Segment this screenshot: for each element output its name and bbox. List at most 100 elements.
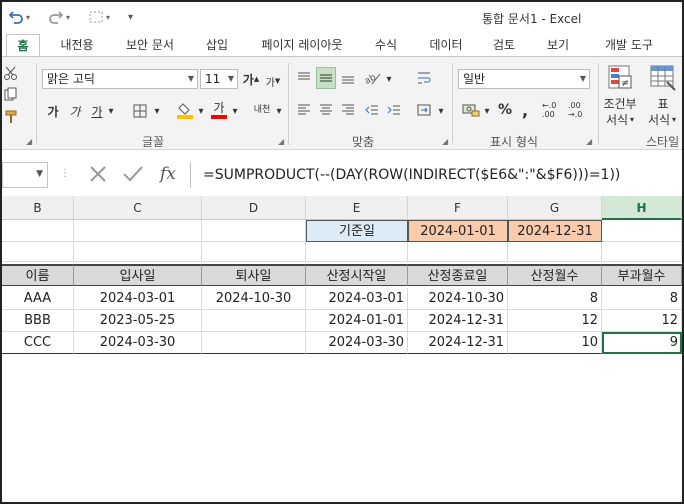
worksheet-grid[interactable]: B C D E F G H 기준일 2024-01-01 2024-12-31 … bbox=[2, 196, 682, 502]
table-header-calc-end[interactable]: 산정종료일 bbox=[408, 264, 508, 286]
column-header-d[interactable]: D bbox=[202, 196, 306, 220]
column-header-f[interactable]: F bbox=[408, 196, 508, 220]
font-name-combo[interactable]: 맑은 고딕 ▼ bbox=[42, 69, 198, 89]
cell[interactable] bbox=[2, 220, 74, 242]
tab-my-use[interactable]: 내전용 bbox=[52, 34, 102, 56]
table-header-calc-start[interactable]: 산정시작일 bbox=[306, 264, 408, 286]
table-cell[interactable]: BBB bbox=[2, 310, 74, 332]
table-cell[interactable]: 2024-10-30 bbox=[408, 288, 508, 310]
conditional-format-line1[interactable]: 조건부 bbox=[598, 95, 642, 111]
align-middle-button[interactable] bbox=[316, 67, 336, 89]
align-right-button[interactable] bbox=[338, 99, 358, 121]
table-cell[interactable]: 2024-10-30 bbox=[202, 288, 306, 310]
merge-dropdown[interactable]: ▾ bbox=[436, 101, 446, 121]
accounting-dropdown[interactable]: ▾ bbox=[482, 101, 492, 121]
enter-button[interactable] bbox=[122, 164, 144, 189]
table-header-name[interactable]: 이름 bbox=[2, 264, 74, 286]
align-launcher-icon[interactable]: ◢ bbox=[442, 137, 448, 146]
borders-dropdown[interactable]: ▾ bbox=[152, 101, 162, 121]
table-cell[interactable]: 8 bbox=[508, 288, 602, 310]
increase-decimal-button[interactable]: ←.0 .00 bbox=[542, 99, 564, 121]
wrap-text-button[interactable] bbox=[414, 67, 434, 89]
cell[interactable] bbox=[74, 220, 202, 242]
conditional-format-line2[interactable]: 서식 ▾ bbox=[598, 111, 642, 127]
fill-color-dropdown[interactable]: ▾ bbox=[196, 101, 206, 121]
tab-review[interactable]: 검토 bbox=[482, 34, 526, 56]
underline-button[interactable]: 가 bbox=[88, 101, 106, 121]
table-cell[interactable]: 2024-03-30 bbox=[306, 332, 408, 354]
formula-bar-grip[interactable]: ⋮ bbox=[60, 168, 70, 179]
underline-dropdown[interactable]: ▾ bbox=[106, 101, 116, 121]
table-cell[interactable]: 8 bbox=[602, 288, 682, 310]
tab-view[interactable]: 보기 bbox=[536, 34, 580, 56]
phonetic-button[interactable]: 내천 bbox=[250, 99, 274, 121]
align-top-button[interactable] bbox=[294, 67, 314, 89]
cell[interactable] bbox=[306, 242, 408, 262]
table-cell[interactable]: 2024-03-01 bbox=[306, 288, 408, 310]
percent-button[interactable]: % bbox=[496, 99, 514, 121]
font-color-dropdown[interactable]: ▾ bbox=[230, 101, 240, 121]
active-cell[interactable]: 9 bbox=[602, 332, 682, 354]
bold-button[interactable]: 가 bbox=[44, 101, 62, 121]
table-cell[interactable]: 2023-05-25 bbox=[74, 310, 202, 332]
align-center-button[interactable] bbox=[316, 99, 336, 121]
table-cell[interactable]: 2024-03-01 bbox=[74, 288, 202, 310]
format-as-table-line2[interactable]: 서식 ▾ bbox=[642, 111, 682, 127]
conditional-format-button[interactable]: ≠ bbox=[606, 63, 634, 93]
table-cell[interactable]: 12 bbox=[508, 310, 602, 332]
number-launcher-icon[interactable]: ◢ bbox=[586, 137, 592, 146]
decrease-indent-button[interactable] bbox=[362, 99, 382, 121]
table-cell[interactable] bbox=[202, 332, 306, 354]
insert-function-button[interactable]: fx bbox=[160, 164, 176, 184]
table-cell[interactable]: AAA bbox=[2, 288, 74, 310]
table-cell[interactable]: 2024-03-30 bbox=[74, 332, 202, 354]
tab-page-layout[interactable]: 페이지 레이아웃 bbox=[250, 34, 354, 56]
decrease-decimal-button[interactable]: .00 →.0 bbox=[568, 99, 590, 121]
column-header-e[interactable]: E bbox=[306, 196, 408, 220]
table-header-calc-months[interactable]: 산정월수 bbox=[508, 264, 602, 286]
orientation-button[interactable]: ab bbox=[362, 67, 384, 89]
font-launcher-icon[interactable]: ◢ bbox=[278, 137, 284, 146]
tab-insert[interactable]: 삽입 bbox=[198, 34, 236, 56]
cancel-button[interactable] bbox=[88, 164, 108, 189]
grow-font-button[interactable]: 가 ▲ bbox=[242, 69, 260, 89]
phonetic-dropdown[interactable]: ▾ bbox=[274, 101, 284, 121]
accounting-format-button[interactable] bbox=[460, 99, 482, 121]
cell[interactable] bbox=[508, 242, 602, 262]
customize-button[interactable]: ▾ bbox=[88, 10, 110, 24]
redo-button[interactable]: ▾ bbox=[48, 9, 70, 25]
redo-dropdown-icon[interactable]: ▾ bbox=[66, 13, 70, 22]
borders-button[interactable] bbox=[130, 101, 150, 121]
column-header-c[interactable]: C bbox=[74, 196, 202, 220]
font-size-combo[interactable]: 11 ▼ bbox=[200, 69, 238, 89]
align-bottom-button[interactable] bbox=[338, 67, 358, 89]
tab-formulas[interactable]: 수식 bbox=[366, 34, 406, 56]
undo-button[interactable]: ▾ bbox=[8, 9, 30, 25]
tab-security-docs[interactable]: 보안 문서 bbox=[116, 34, 184, 56]
cell[interactable] bbox=[202, 220, 306, 242]
table-header-hire-date[interactable]: 입사일 bbox=[74, 264, 202, 286]
shrink-font-button[interactable]: 가 ▼ bbox=[264, 71, 282, 91]
table-cell[interactable]: 2024-12-31 bbox=[408, 310, 508, 332]
reference-start-cell[interactable]: 2024-01-01 bbox=[408, 220, 508, 242]
reference-label-cell[interactable]: 기준일 bbox=[306, 220, 408, 242]
tab-home[interactable]: 홈 bbox=[6, 34, 40, 56]
formula-input[interactable]: =SUMPRODUCT(--(DAY(ROW(INDIRECT($E6&":"&… bbox=[190, 162, 682, 188]
italic-button[interactable]: 가 bbox=[66, 101, 84, 121]
orientation-dropdown[interactable]: ▾ bbox=[384, 69, 394, 89]
table-cell[interactable]: CCC bbox=[2, 332, 74, 354]
table-cell[interactable] bbox=[202, 310, 306, 332]
table-cell[interactable]: 2024-12-31 bbox=[408, 332, 508, 354]
cell[interactable] bbox=[74, 242, 202, 262]
cell[interactable] bbox=[408, 242, 508, 262]
table-cell[interactable]: 10 bbox=[508, 332, 602, 354]
tab-developer[interactable]: 개발 도구 bbox=[592, 34, 666, 56]
align-left-button[interactable] bbox=[294, 99, 314, 121]
column-header-g[interactable]: G bbox=[508, 196, 602, 220]
column-header-b[interactable]: B bbox=[2, 196, 74, 220]
number-format-combo[interactable]: 일반 ▼ bbox=[458, 69, 590, 89]
reference-end-cell[interactable]: 2024-12-31 bbox=[508, 220, 602, 242]
table-cell[interactable]: 12 bbox=[602, 310, 682, 332]
name-box[interactable]: ▼ bbox=[2, 162, 48, 188]
clipboard-launcher-icon[interactable]: ◢ bbox=[26, 137, 32, 146]
